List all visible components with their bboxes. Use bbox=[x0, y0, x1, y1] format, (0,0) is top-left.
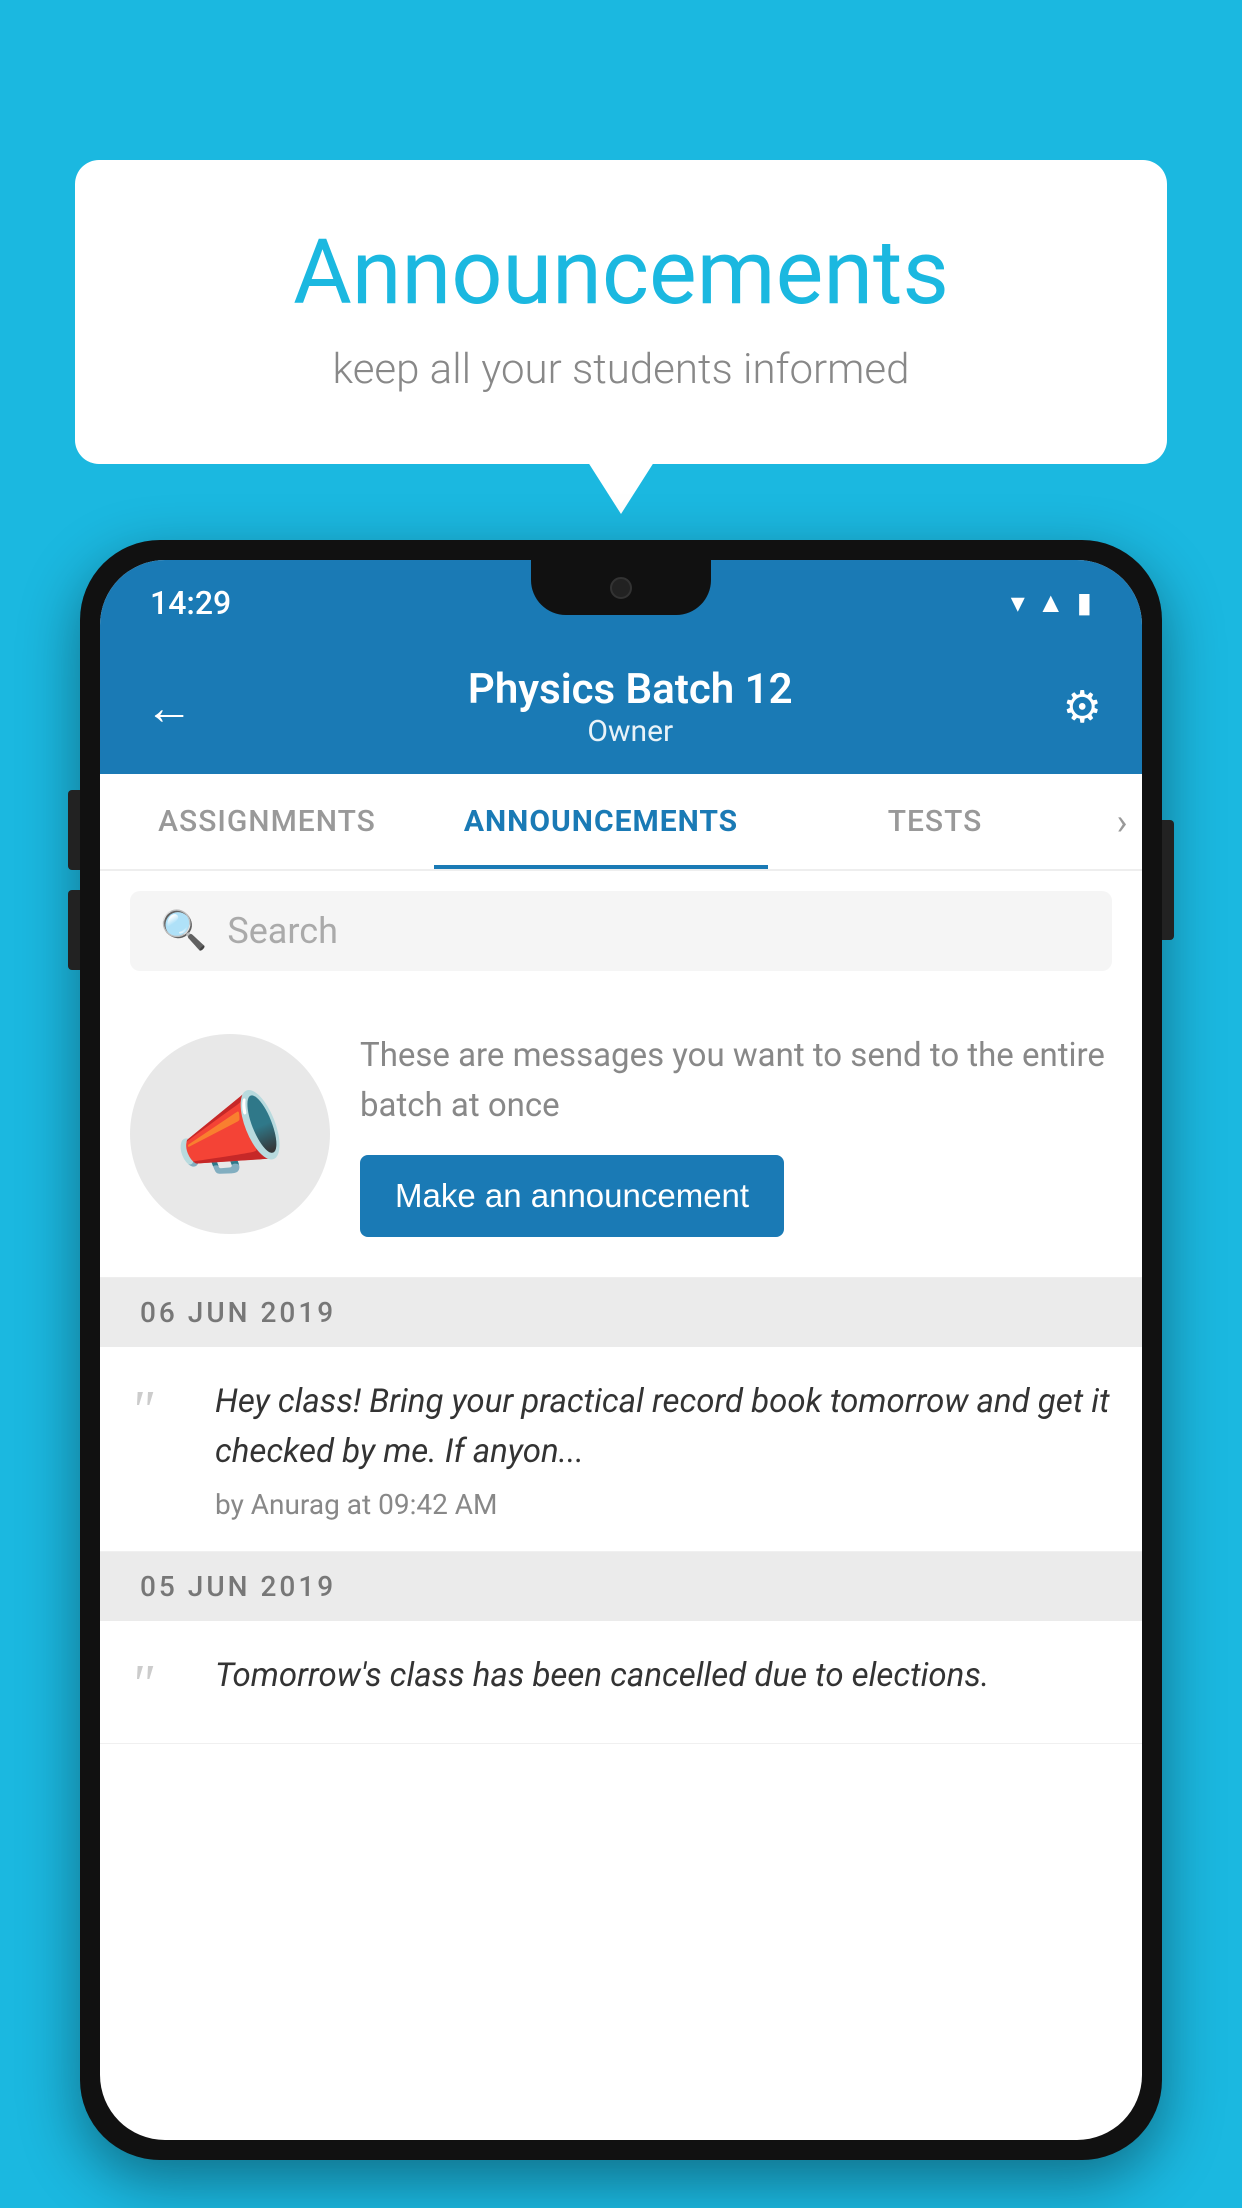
announcement-item-2[interactable]: " Tomorrow's class has been cancelled du… bbox=[100, 1621, 1142, 1744]
status-bar: 14:29 ▾ ▲ ▮ bbox=[100, 560, 1142, 645]
megaphone-icon: 📣 bbox=[174, 1082, 286, 1187]
signal-icon: ▲ bbox=[1037, 586, 1065, 619]
announcement-icon-circle: 📣 bbox=[130, 1034, 330, 1234]
front-camera bbox=[610, 577, 632, 599]
back-button[interactable]: ← bbox=[140, 674, 198, 741]
phone-screen: 14:29 ▾ ▲ ▮ ← Physics Batch 12 Owner ⚙ bbox=[100, 560, 1142, 2140]
tab-tests[interactable]: TESTS bbox=[768, 774, 1102, 869]
announcement-text-1: Hey class! Bring your practical record b… bbox=[215, 1377, 1112, 1476]
search-placeholder: Search bbox=[227, 910, 338, 952]
search-container: 🔍 Search bbox=[100, 871, 1142, 991]
announcement-content-2: Tomorrow's class has been cancelled due … bbox=[215, 1651, 1112, 1713]
announcements-title: Announcements bbox=[155, 220, 1087, 325]
phone-notch bbox=[531, 560, 711, 615]
empty-state-description: These are messages you want to send to t… bbox=[360, 1031, 1112, 1130]
tab-assignments[interactable]: ASSIGNMENTS bbox=[100, 774, 434, 869]
phone-container: 14:29 ▾ ▲ ▮ ← Physics Batch 12 Owner ⚙ bbox=[80, 540, 1162, 2208]
wifi-icon: ▾ bbox=[1011, 586, 1025, 619]
tabs-bar: ASSIGNMENTS ANNOUNCEMENTS TESTS › bbox=[100, 774, 1142, 871]
header-center: Physics Batch 12 Owner bbox=[198, 665, 1063, 749]
announcements-subtitle: keep all your students informed bbox=[155, 345, 1087, 394]
tab-more[interactable]: › bbox=[1102, 774, 1142, 869]
quote-icon-2: " bbox=[130, 1656, 190, 1711]
announcement-item-1[interactable]: " Hey class! Bring your practical record… bbox=[100, 1347, 1142, 1552]
header-subtitle: Owner bbox=[198, 714, 1063, 749]
make-announcement-button[interactable]: Make an announcement bbox=[360, 1155, 784, 1237]
volume-down-button bbox=[68, 890, 80, 970]
status-time: 14:29 bbox=[150, 584, 231, 622]
tab-announcements[interactable]: ANNOUNCEMENTS bbox=[434, 774, 768, 869]
speech-bubble: Announcements keep all your students inf… bbox=[75, 160, 1167, 464]
empty-state-content: These are messages you want to send to t… bbox=[360, 1031, 1112, 1237]
search-icon: 🔍 bbox=[160, 909, 207, 953]
header-title: Physics Batch 12 bbox=[198, 665, 1063, 714]
power-button bbox=[1162, 820, 1174, 940]
announcement-content-1: Hey class! Bring your practical record b… bbox=[215, 1377, 1112, 1521]
app-header: ← Physics Batch 12 Owner ⚙ bbox=[100, 645, 1142, 774]
date-separator-2: 05 JUN 2019 bbox=[100, 1552, 1142, 1621]
battery-icon: ▮ bbox=[1077, 586, 1092, 619]
quote-icon-1: " bbox=[130, 1382, 190, 1437]
announcement-meta-1: by Anurag at 09:42 AM bbox=[215, 1488, 1112, 1521]
empty-state: 📣 These are messages you want to send to… bbox=[100, 991, 1142, 1278]
phone: 14:29 ▾ ▲ ▮ ← Physics Batch 12 Owner ⚙ bbox=[80, 540, 1162, 2160]
status-icons: ▾ ▲ ▮ bbox=[1011, 586, 1092, 619]
settings-button[interactable]: ⚙ bbox=[1063, 681, 1102, 733]
search-box[interactable]: 🔍 Search bbox=[130, 891, 1112, 971]
speech-bubble-container: Announcements keep all your students inf… bbox=[75, 160, 1167, 464]
announcement-text-2: Tomorrow's class has been cancelled due … bbox=[215, 1651, 1112, 1701]
volume-up-button bbox=[68, 790, 80, 870]
date-separator-1: 06 JUN 2019 bbox=[100, 1278, 1142, 1347]
